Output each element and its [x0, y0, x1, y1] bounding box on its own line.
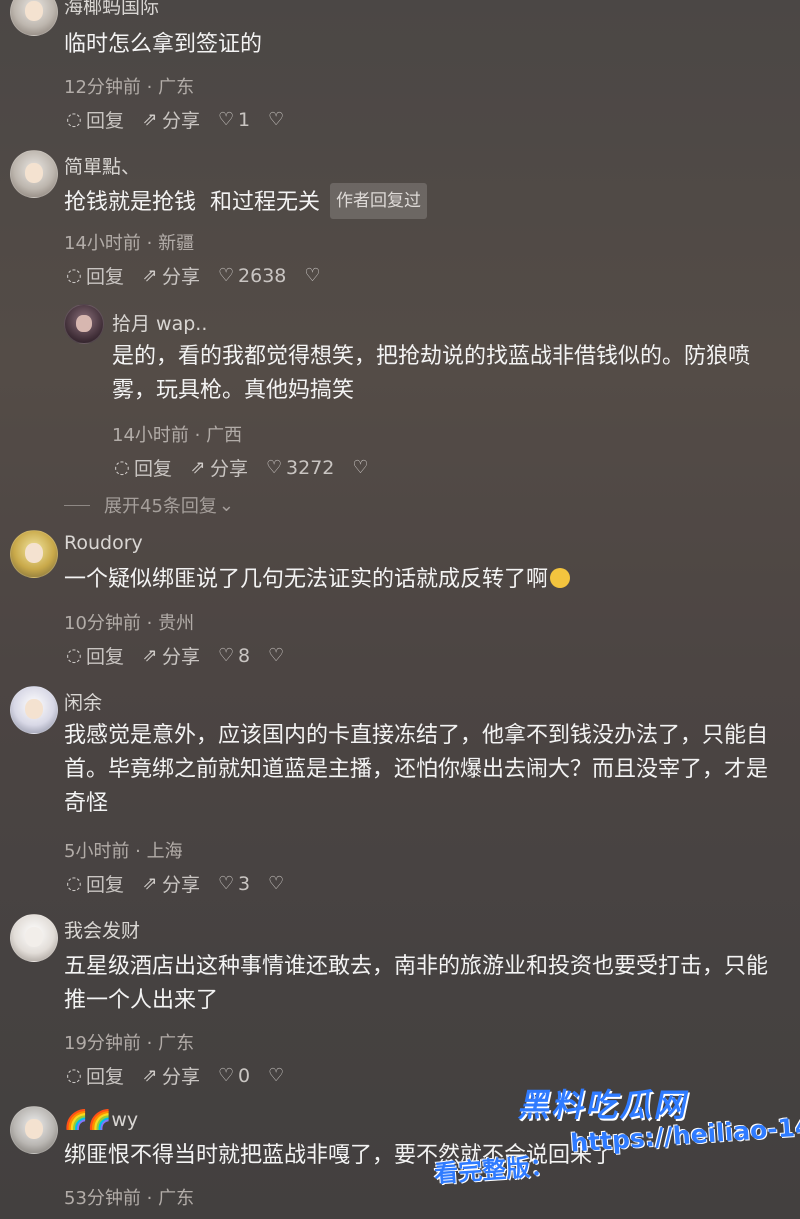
watermark-label: 看完整版： — [433, 1151, 556, 1189]
comment-actions: ◌ 回复 ⇗ 分享 ♡ 3272 ♡ — [112, 454, 388, 481]
divider-line — [64, 504, 90, 506]
comment-text: 是的，看的我都觉得想笑，把抢劫说的找蓝战非借钱似的。防狼喷雾，玩具枪。真他妈搞笑 — [112, 344, 751, 403]
comment-meta: 53分钟前 · 广东 — [64, 1188, 195, 1209]
like-button[interactable]: ♡ 3272 — [264, 457, 334, 479]
heart-icon: ♡ — [217, 873, 235, 894]
comment-bubble-icon: ◌ — [66, 265, 82, 286]
comment-actions: ◌ 回复 ⇗ 分享 ♡ 1 ♡ — [64, 106, 304, 133]
heart-icon: ♡ — [217, 109, 235, 130]
chevron-down-icon: ⌄ — [218, 494, 234, 516]
dislike-button[interactable]: ♡ — [266, 645, 288, 666]
watermark-logo: 黑料吃瓜网 — [515, 1086, 694, 1124]
reply-button[interactable]: ◌ 回复 — [64, 870, 124, 897]
dislike-button[interactable]: ♡ — [302, 265, 324, 286]
reply-button[interactable]: ◌ 回复 — [64, 642, 124, 669]
broken-heart-icon: ♡ — [352, 457, 369, 478]
comment-text: 五星级酒店出这种事情谁还敢去，南非的旅游业和投资也要受打击，只能推一个人出来了 — [64, 954, 769, 1013]
share-arrow-icon: ⇗ — [142, 265, 158, 286]
comment-meta: 5小时前 · 上海 — [64, 841, 183, 862]
comment-bubble-icon: ◌ — [66, 645, 82, 666]
avatar[interactable] — [64, 304, 104, 344]
heart-icon: ♡ — [265, 457, 283, 478]
share-button[interactable]: ⇗ 分享 — [140, 870, 200, 897]
comment-actions: ◌ 回复 ⇗ 分享 ♡ 3 ♡ — [64, 870, 304, 897]
comment-meta: 10分钟前 · 贵州 — [64, 613, 195, 634]
heart-icon: ♡ — [217, 265, 235, 286]
broken-heart-icon: ♡ — [268, 109, 285, 130]
comment-bubble-icon: ◌ — [114, 457, 130, 478]
comment-meta: 14小时前 · 新疆 — [64, 233, 195, 254]
avatar[interactable] — [10, 150, 58, 198]
comment-meta: 14小时前 · 广西 — [112, 425, 243, 446]
comment-meta: 19分钟前 · 广东 — [64, 1033, 195, 1054]
dislike-button[interactable]: ♡ — [350, 457, 372, 478]
like-button[interactable]: ♡ 3 — [216, 873, 250, 895]
comment-author[interactable]: 海椰蚂国际 — [64, 0, 159, 19]
author-replied-badge: 作者回复过 — [330, 183, 427, 219]
comment-text: 抢钱就是抢钱 和过程无关 作者回复过 — [64, 183, 427, 220]
comment-author[interactable]: 简單點、 — [64, 152, 140, 179]
avatar[interactable] — [10, 0, 58, 36]
heart-icon: ♡ — [217, 1065, 235, 1086]
comment-actions: ◌ 回复 ⇗ 分享 ♡ 8 ♡ — [64, 642, 304, 669]
comment-text: 我感觉是意外，应该国内的卡直接冻结了，他拿不到钱没办法了，只能自首。毕竟绑之前就… — [64, 723, 769, 816]
avatar[interactable] — [10, 1106, 58, 1154]
share-button[interactable]: ⇗ 分享 — [188, 454, 248, 481]
comment-text: 一个疑似绑匪说了几句无法证实的话就成反转了啊 — [64, 563, 571, 597]
comment-bubble-icon: ◌ — [66, 1065, 82, 1086]
broken-heart-icon: ♡ — [268, 1065, 285, 1086]
comment-actions: ◌ 回复 ⇗ 分享 ♡ 0 ♡ — [64, 1062, 304, 1089]
share-button[interactable]: ⇗ 分享 — [140, 1062, 200, 1089]
comment-meta: 12分钟前 · 广东 — [64, 77, 195, 98]
comment-bubble-icon: ◌ — [66, 109, 82, 130]
share-arrow-icon: ⇗ — [142, 109, 158, 130]
comment-text-content: 抢钱就是抢钱 和过程无关 — [64, 190, 320, 215]
share-arrow-icon: ⇗ — [142, 1065, 158, 1086]
comment-author[interactable]: 我会发财 — [64, 916, 140, 943]
comment-bubble-icon: ◌ — [66, 873, 82, 894]
share-arrow-icon: ⇗ — [190, 457, 206, 478]
comment-actions: ◌ 回复 ⇗ 分享 ♡ 2638 ♡ — [64, 262, 340, 289]
reply-button[interactable]: ◌ 回复 — [112, 454, 172, 481]
reply-button[interactable]: ◌ 回复 — [64, 106, 124, 133]
laughing-emoji-icon — [550, 568, 571, 588]
share-arrow-icon: ⇗ — [142, 873, 158, 894]
comment-author[interactable]: 闲余 — [64, 688, 102, 715]
avatar[interactable] — [10, 914, 58, 962]
comment-text-content: 一个疑似绑匪说了几句无法证实的话就成反转了啊 — [64, 567, 549, 592]
broken-heart-icon: ♡ — [268, 873, 285, 894]
like-button[interactable]: ♡ 8 — [216, 645, 250, 667]
expand-replies-button[interactable]: 展开45条回复 ⌄ — [64, 492, 234, 518]
like-button[interactable]: ♡ 2638 — [216, 265, 286, 287]
like-button[interactable]: ♡ 1 — [216, 109, 250, 131]
avatar[interactable] — [10, 686, 58, 734]
comment-author[interactable]: Roudory — [64, 532, 143, 554]
dislike-button[interactable]: ♡ — [266, 873, 288, 894]
reply-button[interactable]: ◌ 回复 — [64, 262, 124, 289]
reply-button[interactable]: ◌ 回复 — [64, 1062, 124, 1089]
heart-icon: ♡ — [217, 645, 235, 666]
comment-author[interactable]: 🌈🌈wy — [64, 1108, 138, 1131]
dislike-button[interactable]: ♡ — [266, 109, 288, 130]
broken-heart-icon: ♡ — [268, 645, 285, 666]
share-button[interactable]: ⇗ 分享 — [140, 106, 200, 133]
watermark: 黑料吃瓜网 https://heiliao-14.com 看完整版： — [420, 1080, 800, 1210]
comment-text: 临时怎么拿到签证的 — [64, 32, 263, 57]
avatar[interactable] — [10, 530, 58, 578]
comment-author[interactable]: 拾月 wap.. — [112, 309, 207, 336]
broken-heart-icon: ♡ — [304, 265, 321, 286]
expand-replies-label: 展开45条回复 — [104, 496, 217, 517]
share-button[interactable]: ⇗ 分享 — [140, 262, 200, 289]
share-button[interactable]: ⇗ 分享 — [140, 642, 200, 669]
like-button[interactable]: ♡ 0 — [216, 1065, 250, 1087]
share-arrow-icon: ⇗ — [142, 645, 158, 666]
dislike-button[interactable]: ♡ — [266, 1065, 288, 1086]
